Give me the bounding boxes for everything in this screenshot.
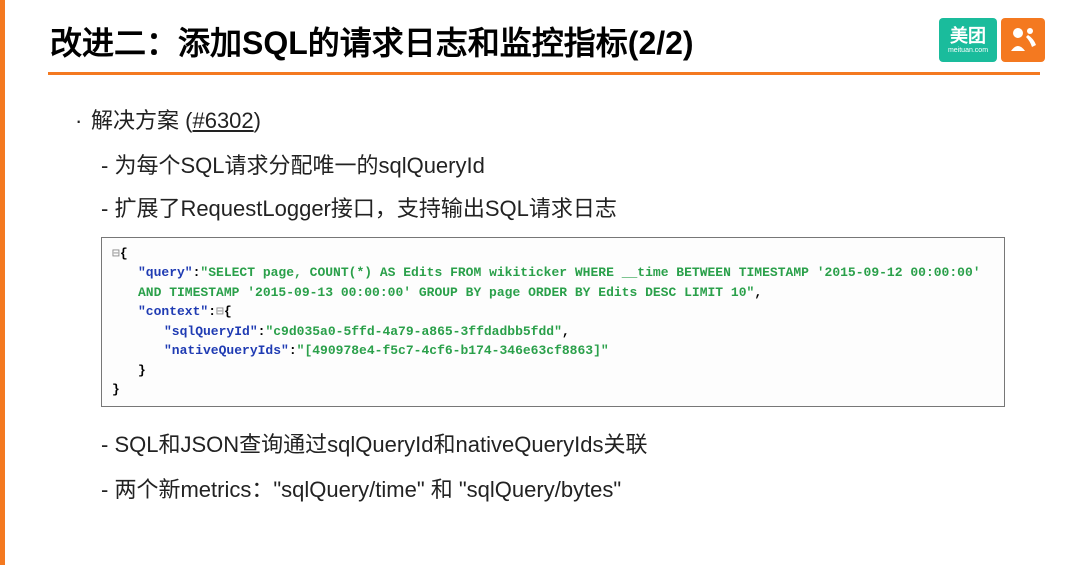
code-line-query: "query":"SELECT page, COUNT(*) AS Edits … — [112, 263, 994, 302]
collapse-icon[interactable]: ⊟ — [216, 304, 224, 319]
bottom-bullets: - SQL和JSON查询通过sqlQueryId和nativeQueryIds关… — [101, 427, 1080, 507]
header-region: 改进二：添加SQL的请求日志和监控指标(2/2) 美团 meituan.com — [0, 0, 1080, 75]
accent-bar — [0, 0, 5, 565]
key-nativeids: "nativeQueryIds" — [164, 343, 289, 358]
code-line-context: "context":⊟{ — [112, 302, 994, 322]
point-4: - 两个新metrics："sqlQuery/time" 和 "sqlQuery… — [101, 472, 1080, 507]
bullet-dot-icon: · — [75, 103, 91, 138]
code-line-1: ⊟{ — [112, 244, 994, 264]
page-title: 改进二：添加SQL的请求日志和监控指标(2/2) — [50, 18, 1080, 64]
solution-label: 解决方案 — [91, 108, 179, 133]
code-box: ⊟{ "query":"SELECT page, COUNT(*) AS Edi… — [101, 237, 1005, 407]
meituan-logo-text: 美团 — [950, 27, 986, 45]
brace-open: { — [120, 246, 128, 261]
key-query: "query" — [138, 265, 193, 280]
val-query: "SELECT page, COUNT(*) AS Edits FROM wik… — [138, 265, 988, 300]
content-region: ·解决方案 (#6302) - 为每个SQL请求分配唯一的sqlQueryId … — [75, 103, 1080, 507]
person-logo-icon — [1001, 18, 1045, 62]
key-context: "context" — [138, 304, 208, 319]
logo-block: 美团 meituan.com — [939, 18, 1045, 62]
code-line-close: } — [112, 380, 994, 400]
pr-link[interactable]: #6302 — [192, 108, 253, 133]
meituan-logo-sub: meituan.com — [948, 47, 988, 54]
val-nativeids: "[490978e4-f5c7-4cf6-b174-346e63cf8863]" — [297, 343, 609, 358]
code-line-context-close: } — [112, 361, 994, 381]
meituan-logo: 美团 meituan.com — [939, 18, 997, 62]
code-line-sqlqueryid: "sqlQueryId":"c9d035a0-5ffd-4a79-a865-3f… — [112, 322, 994, 342]
collapse-icon[interactable]: ⊟ — [112, 246, 120, 261]
key-sqlqueryid: "sqlQueryId" — [164, 324, 258, 339]
val-sqlqueryid: "c9d035a0-5ffd-4a79-a865-3ffdadbb5fdd" — [265, 324, 561, 339]
code-line-nativeids: "nativeQueryIds":"[490978e4-f5c7-4cf6-b1… — [112, 341, 994, 361]
pr-suffix: ) — [254, 108, 261, 133]
point-3: - SQL和JSON查询通过sqlQueryId和nativeQueryIds关… — [101, 427, 1080, 462]
title-underline — [48, 72, 1040, 75]
solution-line: ·解决方案 (#6302) — [75, 103, 1080, 138]
point-2: - 扩展了RequestLogger接口，支持输出SQL请求日志 — [101, 191, 1080, 226]
person-icon — [1006, 23, 1040, 57]
point-1: - 为每个SQL请求分配唯一的sqlQueryId — [101, 148, 1080, 183]
